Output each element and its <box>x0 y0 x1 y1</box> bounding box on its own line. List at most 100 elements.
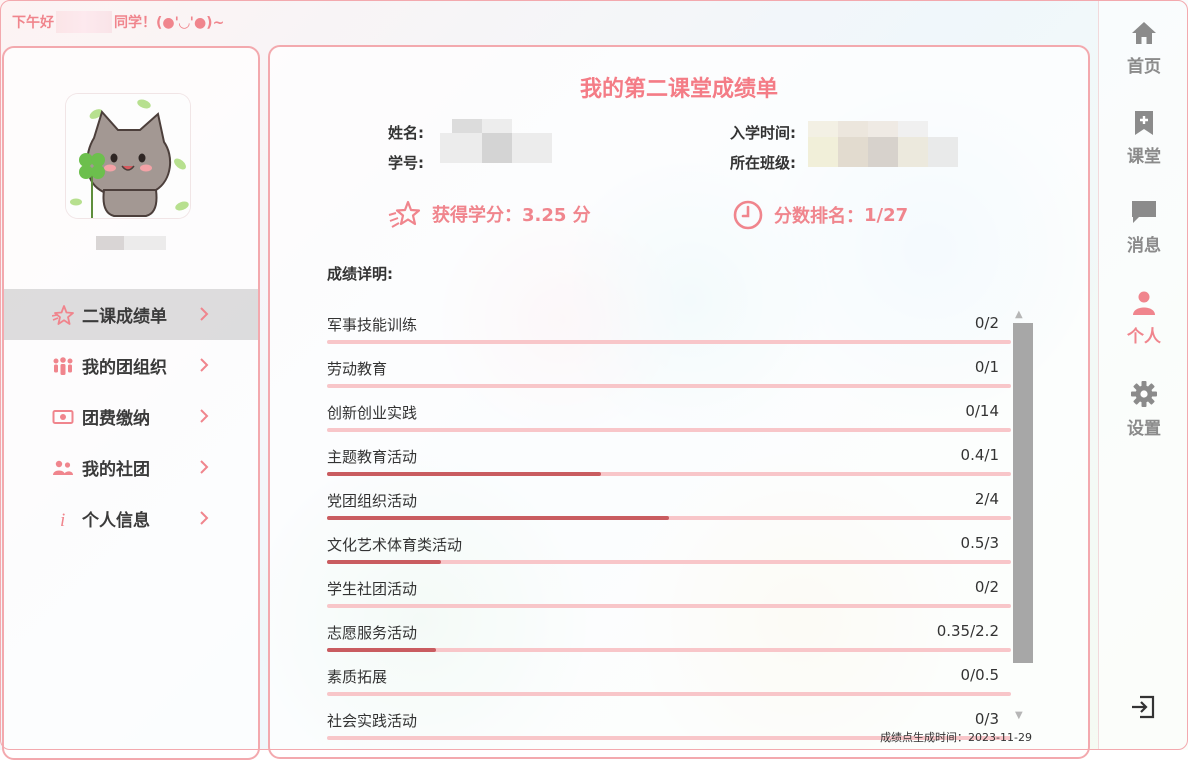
username-redacted <box>96 236 166 250</box>
generated-time: 成绩点生成时间：2023-11-29 <box>880 731 1032 744</box>
progress-fill <box>327 560 442 564</box>
nav-label: 首页 <box>1127 57 1161 77</box>
score-item-value: 0.35/2.2 <box>936 622 999 640</box>
score-sheet-card: 我的第二课堂成绩单 姓名: 学号: 入学时间: 所在班级: 获得学分： 3.25… <box>268 45 1090 759</box>
nav-messages[interactable]: 消息 <box>1099 199 1188 256</box>
progress-track <box>327 428 1011 432</box>
score-item-name: 文化艺术体育类活动 <box>327 536 463 554</box>
progress-fill <box>327 472 601 476</box>
chevron-right-icon <box>200 409 209 423</box>
score-row: 主题教育活动 0.4/1 <box>327 435 1011 479</box>
score-row: 创新创业实践 0/14 <box>327 391 1011 435</box>
two-people-icon <box>52 457 74 479</box>
credits-label: 获得学分： <box>432 205 522 226</box>
nav-label: 设置 <box>1127 419 1161 439</box>
progress-track <box>327 340 1011 344</box>
sidebar-item-label: 我的社团 <box>82 460 150 480</box>
chat-bubble-icon <box>1132 201 1156 223</box>
nav-personal[interactable]: 个人 <box>1099 290 1188 347</box>
score-item-value: 0/1 <box>974 358 999 376</box>
sidebar-item-label: 个人信息 <box>82 511 150 531</box>
credits-value: 3.25 分 <box>522 205 591 226</box>
right-nav: 首页 课堂 消息 个人 设置 <box>1098 0 1188 750</box>
score-item-name: 党团组织活动 <box>327 492 418 510</box>
people-group-icon <box>52 355 74 377</box>
banknote-icon <box>52 406 74 428</box>
name-id-redacted <box>440 117 552 171</box>
nav-label: 课堂 <box>1127 147 1161 167</box>
chevron-right-icon <box>200 460 209 474</box>
progress-track <box>327 516 1011 520</box>
score-item-name: 志愿服务活动 <box>327 624 418 642</box>
score-item-name: 创新创业实践 <box>327 404 418 422</box>
progress-fill <box>327 648 436 652</box>
rank-label: 分数排名： <box>774 206 864 227</box>
sidebar-item-my-club[interactable]: 我的社团 <box>4 442 258 493</box>
student-id-label: 学号: <box>388 154 424 172</box>
progress-fill <box>327 516 669 520</box>
svg-text:i: i <box>60 510 65 530</box>
nav-label: 消息 <box>1127 236 1161 256</box>
score-row: 军事技能训练 0/2 <box>327 303 1011 347</box>
enroll-time-label: 入学时间: <box>730 124 796 142</box>
progress-track <box>327 560 1011 564</box>
enroll-class-redacted <box>808 119 960 171</box>
page-title: 我的第二课堂成绩单 <box>579 77 778 102</box>
score-list: 军事技能训练 0/2 劳动教育 0/1 创新创业实践 0/14 主题教育活动 0.4/1 党团组… <box>327 303 1011 743</box>
sidebar-item-score-sheet[interactable]: 二课成绩单 <box>4 289 258 340</box>
scroll-down-arrow-icon[interactable]: ▼ <box>1015 710 1023 721</box>
username-redacted <box>56 11 112 33</box>
chevron-right-icon <box>200 511 209 525</box>
nav-home[interactable]: 首页 <box>1099 20 1188 77</box>
score-item-name: 学生社团活动 <box>327 580 418 598</box>
scroll-up-arrow-icon[interactable]: ▲ <box>1015 309 1023 320</box>
score-item-name: 素质拓展 <box>327 668 388 686</box>
class-label: 所在班级: <box>730 154 796 172</box>
score-row: 劳动教育 0/1 <box>327 347 1011 391</box>
gear-icon <box>1131 381 1157 407</box>
sidebar-item-personal-info[interactable]: i 个人信息 <box>4 493 258 544</box>
scrollbar[interactable]: ▲ ▼ <box>1011 309 1033 729</box>
score-item-value: 0.5/3 <box>960 534 999 552</box>
greeting-text: 下午好 同学！(●'◡'●)~ <box>12 11 225 33</box>
score-row: 素质拓展 0/0.5 <box>327 655 1011 699</box>
person-icon <box>1133 291 1155 315</box>
greeting-suffix: 同学！(●'◡'●)~ <box>114 15 225 31</box>
nav-classroom[interactable]: 课堂 <box>1099 110 1188 167</box>
left-sidebar: 二课成绩单 我的团组织 团费缴纳 我的社团 i 个人信息 <box>2 46 260 760</box>
score-row: 学生社团活动 0/2 <box>327 567 1011 611</box>
score-row: 文化艺术体育类活动 0.5/3 <box>327 523 1011 567</box>
progress-track <box>327 384 1011 388</box>
home-icon <box>1132 22 1156 44</box>
progress-track <box>327 692 1011 696</box>
sidebar-item-label: 我的团组织 <box>82 358 167 378</box>
cat-avatar-image <box>66 94 190 218</box>
score-item-value: 0/0.5 <box>960 666 999 684</box>
score-item-value: 0/2 <box>974 578 999 596</box>
avatar[interactable] <box>66 94 190 218</box>
nav-label: 个人 <box>1127 327 1161 347</box>
rank-stat: 分数排名： 1/27 <box>732 199 908 231</box>
nav-settings[interactable]: 设置 <box>1099 380 1188 439</box>
credits-stat: 获得学分： 3.25 分 <box>388 199 591 229</box>
sidebar-item-label: 二课成绩单 <box>82 307 167 327</box>
scrollbar-thumb[interactable] <box>1013 323 1033 663</box>
bookmark-plus-icon <box>1135 111 1153 135</box>
chevron-right-icon <box>200 358 209 372</box>
clock-icon <box>733 200 763 230</box>
name-label: 姓名: <box>388 124 424 142</box>
sidebar-item-league-org[interactable]: 我的团组织 <box>4 340 258 391</box>
sidebar-item-fee-payment[interactable]: 团费缴纳 <box>4 391 258 442</box>
score-item-name: 主题教育活动 <box>327 448 418 466</box>
score-item-value: 0/3 <box>974 710 999 728</box>
progress-track <box>327 472 1011 476</box>
score-item-value: 2/4 <box>974 490 999 508</box>
score-item-name: 军事技能训练 <box>327 316 418 334</box>
progress-track <box>327 604 1011 608</box>
info-icon: i <box>52 508 74 530</box>
exit-icon[interactable] <box>1130 694 1156 720</box>
detail-title: 成绩详明: <box>327 265 393 283</box>
score-item-value: 0.4/1 <box>960 446 999 464</box>
progress-track <box>327 648 1011 652</box>
sidebar-nav: 二课成绩单 我的团组织 团费缴纳 我的社团 i 个人信息 <box>4 289 258 544</box>
